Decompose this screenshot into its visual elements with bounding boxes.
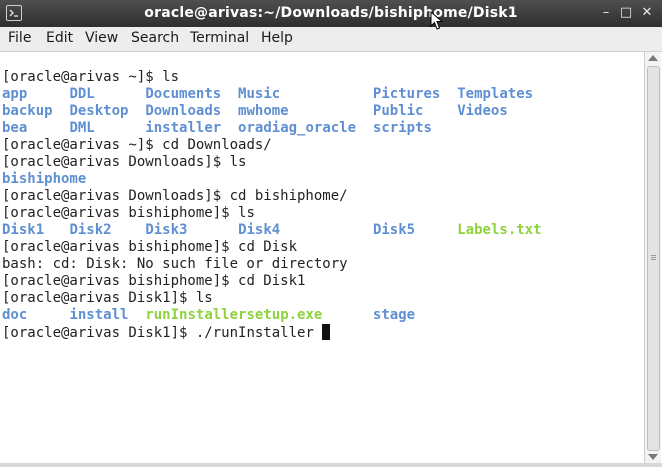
listing-directory: mwhome	[238, 103, 289, 119]
terminal-line: [oracle@arivas bishiphome]$ cd Disk	[2, 239, 297, 255]
listing-directory: backup	[2, 103, 53, 119]
listing-directory: bea	[2, 120, 28, 136]
terminal-line: [oracle@arivas Downloads]$ cd bishiphome…	[2, 188, 348, 204]
terminal-line: bash: cd: Disk: No such file or director…	[2, 256, 348, 272]
terminal-line: [oracle@arivas Disk1]$ ls	[2, 290, 213, 306]
grip-icon	[651, 255, 656, 256]
terminal-text: [oracle@arivas ~]$ ls app DDL Documents …	[2, 69, 542, 342]
text-cursor	[322, 324, 331, 340]
listing-directory: DML	[69, 120, 95, 136]
close-button[interactable]: ✕	[637, 3, 657, 23]
shell-command: ls	[238, 205, 255, 221]
menu-help[interactable]: Help	[261, 30, 293, 46]
menu-search[interactable]: Search	[131, 30, 179, 46]
listing-directory: DDL	[69, 86, 95, 102]
terminal-line: [oracle@arivas Downloads]$ ls	[2, 154, 246, 170]
scroll-up-arrow-icon[interactable]	[648, 55, 658, 61]
shell-command: cd bishiphome/	[229, 188, 348, 204]
shell-command: ./runInstaller	[195, 325, 314, 341]
minimize-button[interactable]: –	[596, 3, 616, 23]
listing-directory: Pictures	[372, 86, 441, 102]
listing-directory: Public	[372, 103, 424, 119]
listing-directory: Disk5	[372, 222, 416, 238]
window-title: oracle@arivas:~/Downloads/bishiphome/Dis…	[144, 5, 518, 21]
listing-directory: bishiphome	[2, 171, 87, 187]
vertical-scrollbar[interactable]	[644, 52, 661, 463]
terminal-line: [oracle@arivas ~]$ ls	[2, 69, 179, 85]
scroll-down-arrow-icon[interactable]	[648, 454, 658, 460]
shell-prompt: [oracle@arivas Disk1]$	[2, 325, 196, 341]
listing-directory: doc	[2, 307, 28, 323]
terminal-line: [oracle@arivas Disk1]$ ./runInstaller	[2, 324, 331, 341]
shell-command: ls	[195, 290, 213, 306]
terminal-line: doc install runInstallersetup.exe stage	[2, 307, 415, 323]
menu-file[interactable]: File	[8, 30, 31, 46]
listing-directory: Templates	[457, 86, 534, 102]
shell-prompt: [oracle@arivas bishiphome]$	[2, 239, 239, 255]
terminal-line: bea DML installer oradiag_oracle scripts	[2, 120, 432, 136]
menu-view[interactable]: View	[85, 30, 118, 46]
terminal-line: [oracle@arivas ~]$ cd Downloads/	[2, 137, 272, 153]
terminal-line: Disk1 Disk2 Disk3 Disk4 Disk5 Labels.txt	[2, 222, 542, 238]
listing-directory: Videos	[457, 103, 508, 119]
listing-directory: Disk3	[145, 222, 188, 238]
listing-directory: Documents	[145, 86, 222, 102]
terminal-line: [oracle@arivas bishiphome]$ ls	[2, 205, 255, 221]
listing-directory: oradiag_oracle	[238, 120, 357, 136]
shell-command: ls	[162, 69, 180, 85]
shell-prompt: [oracle@arivas Downloads]$	[2, 154, 230, 170]
terminal-output[interactable]: [oracle@arivas ~]$ ls app DDL Documents …	[0, 52, 644, 465]
menu-edit[interactable]: Edit	[46, 30, 73, 46]
terminal-line: app DDL Documents Music Pictures Templat…	[2, 86, 533, 102]
listing-directory: Disk2	[69, 222, 112, 238]
shell-prompt: [oracle@arivas Disk1]$	[2, 290, 196, 306]
menu-bar: File Edit View Search Terminal Help	[0, 27, 662, 52]
listing-executable: setup.exe	[246, 307, 323, 323]
listing-directory: scripts	[372, 120, 432, 136]
terminal-window: oracle@arivas:~/Downloads/bishiphome/Dis…	[0, 0, 662, 467]
listing-directory: Disk4	[238, 222, 281, 238]
listing-directory: app	[2, 86, 28, 102]
scrollbar-thumb[interactable]	[647, 66, 660, 451]
title-bar[interactable]: oracle@arivas:~/Downloads/bishiphome/Dis…	[0, 0, 662, 27]
menu-terminal[interactable]: Terminal	[190, 30, 249, 46]
window-bottom-border	[0, 463, 662, 467]
maximize-button[interactable]: □	[616, 3, 636, 23]
mouse-pointer-icon	[430, 11, 444, 30]
shell-prompt: [oracle@arivas bishiphome]$	[2, 205, 239, 221]
listing-executable: runInstaller	[145, 307, 247, 323]
shell-prompt: [oracle@arivas ~]$	[2, 137, 163, 153]
listing-directory: Downloads	[145, 103, 222, 119]
terminal-line: backup Desktop Downloads mwhome Public V…	[2, 103, 508, 119]
listing-directory: install	[69, 307, 129, 323]
shell-command: cd Disk1	[238, 273, 306, 289]
listing-directory: Music	[238, 86, 281, 102]
shell-command: cd Downloads/	[162, 137, 272, 153]
listing-directory: stage	[372, 307, 416, 323]
terminal-line: bishiphome	[2, 171, 86, 187]
shell-prompt: [oracle@arivas ~]$	[2, 69, 163, 85]
shell-prompt: [oracle@arivas bishiphome]$	[2, 273, 239, 289]
shell-prompt: [oracle@arivas Downloads]$	[2, 188, 230, 204]
listing-executable: Labels.txt	[457, 222, 542, 238]
listing-directory: Desktop	[69, 103, 129, 119]
shell-output: bash: cd: Disk: No such file or director…	[2, 256, 348, 272]
shell-command: ls	[229, 154, 247, 170]
shell-command: cd Disk	[238, 239, 298, 255]
listing-directory: installer	[145, 120, 222, 136]
listing-directory: Disk1	[2, 222, 45, 238]
terminal-line: [oracle@arivas bishiphome]$ cd Disk1	[2, 273, 305, 289]
